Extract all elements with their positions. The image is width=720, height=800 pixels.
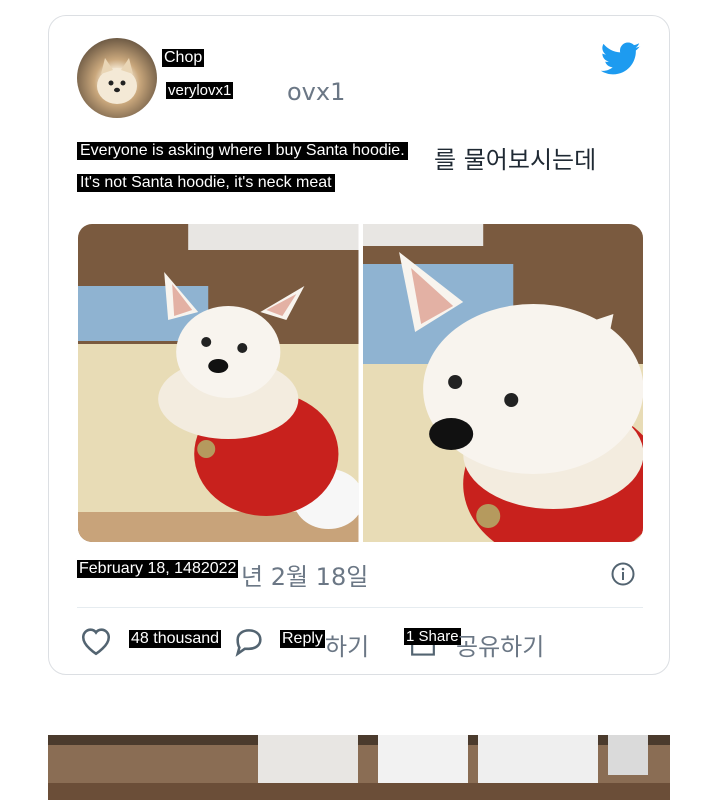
handle[interactable]: verylovx1 bbox=[166, 82, 234, 99]
share-tail: 공유하기 bbox=[456, 633, 545, 661]
handle-tail: ovx1 bbox=[287, 78, 346, 106]
reply-tail: 하기 bbox=[325, 633, 370, 661]
share-label[interactable]: 1 Share bbox=[404, 628, 461, 645]
info-icon[interactable] bbox=[611, 562, 635, 586]
reply-bubble-icon[interactable] bbox=[232, 625, 266, 657]
date-tail: 년 2월 18일 bbox=[241, 563, 369, 591]
display-name[interactable]: Chop bbox=[162, 49, 205, 67]
like-count[interactable]: 48 thousand bbox=[129, 630, 222, 648]
avatar[interactable] bbox=[77, 38, 157, 118]
tweet-text-line1: Everyone is asking where I buy Santa hoo… bbox=[77, 142, 408, 160]
tweet-card: Chop ovx1 verylovx1 를 물어보시는데 Everyone is… bbox=[48, 15, 670, 675]
photo-right[interactable] bbox=[362, 224, 643, 542]
next-post-image[interactable] bbox=[48, 735, 670, 800]
heart-icon[interactable] bbox=[79, 625, 113, 657]
tweet-text-line2: It's not Santa hoodie, it's neck meat bbox=[77, 174, 335, 192]
twitter-bird-icon bbox=[601, 42, 641, 75]
photo-left[interactable] bbox=[78, 224, 359, 542]
divider bbox=[77, 607, 643, 608]
tweet-text-line1-tail: 를 물어보시는데 bbox=[434, 146, 597, 174]
tweet-media[interactable] bbox=[78, 224, 643, 542]
reply-label[interactable]: Reply bbox=[280, 630, 325, 648]
tweet-date[interactable]: February 18, 1482022 bbox=[77, 560, 239, 578]
